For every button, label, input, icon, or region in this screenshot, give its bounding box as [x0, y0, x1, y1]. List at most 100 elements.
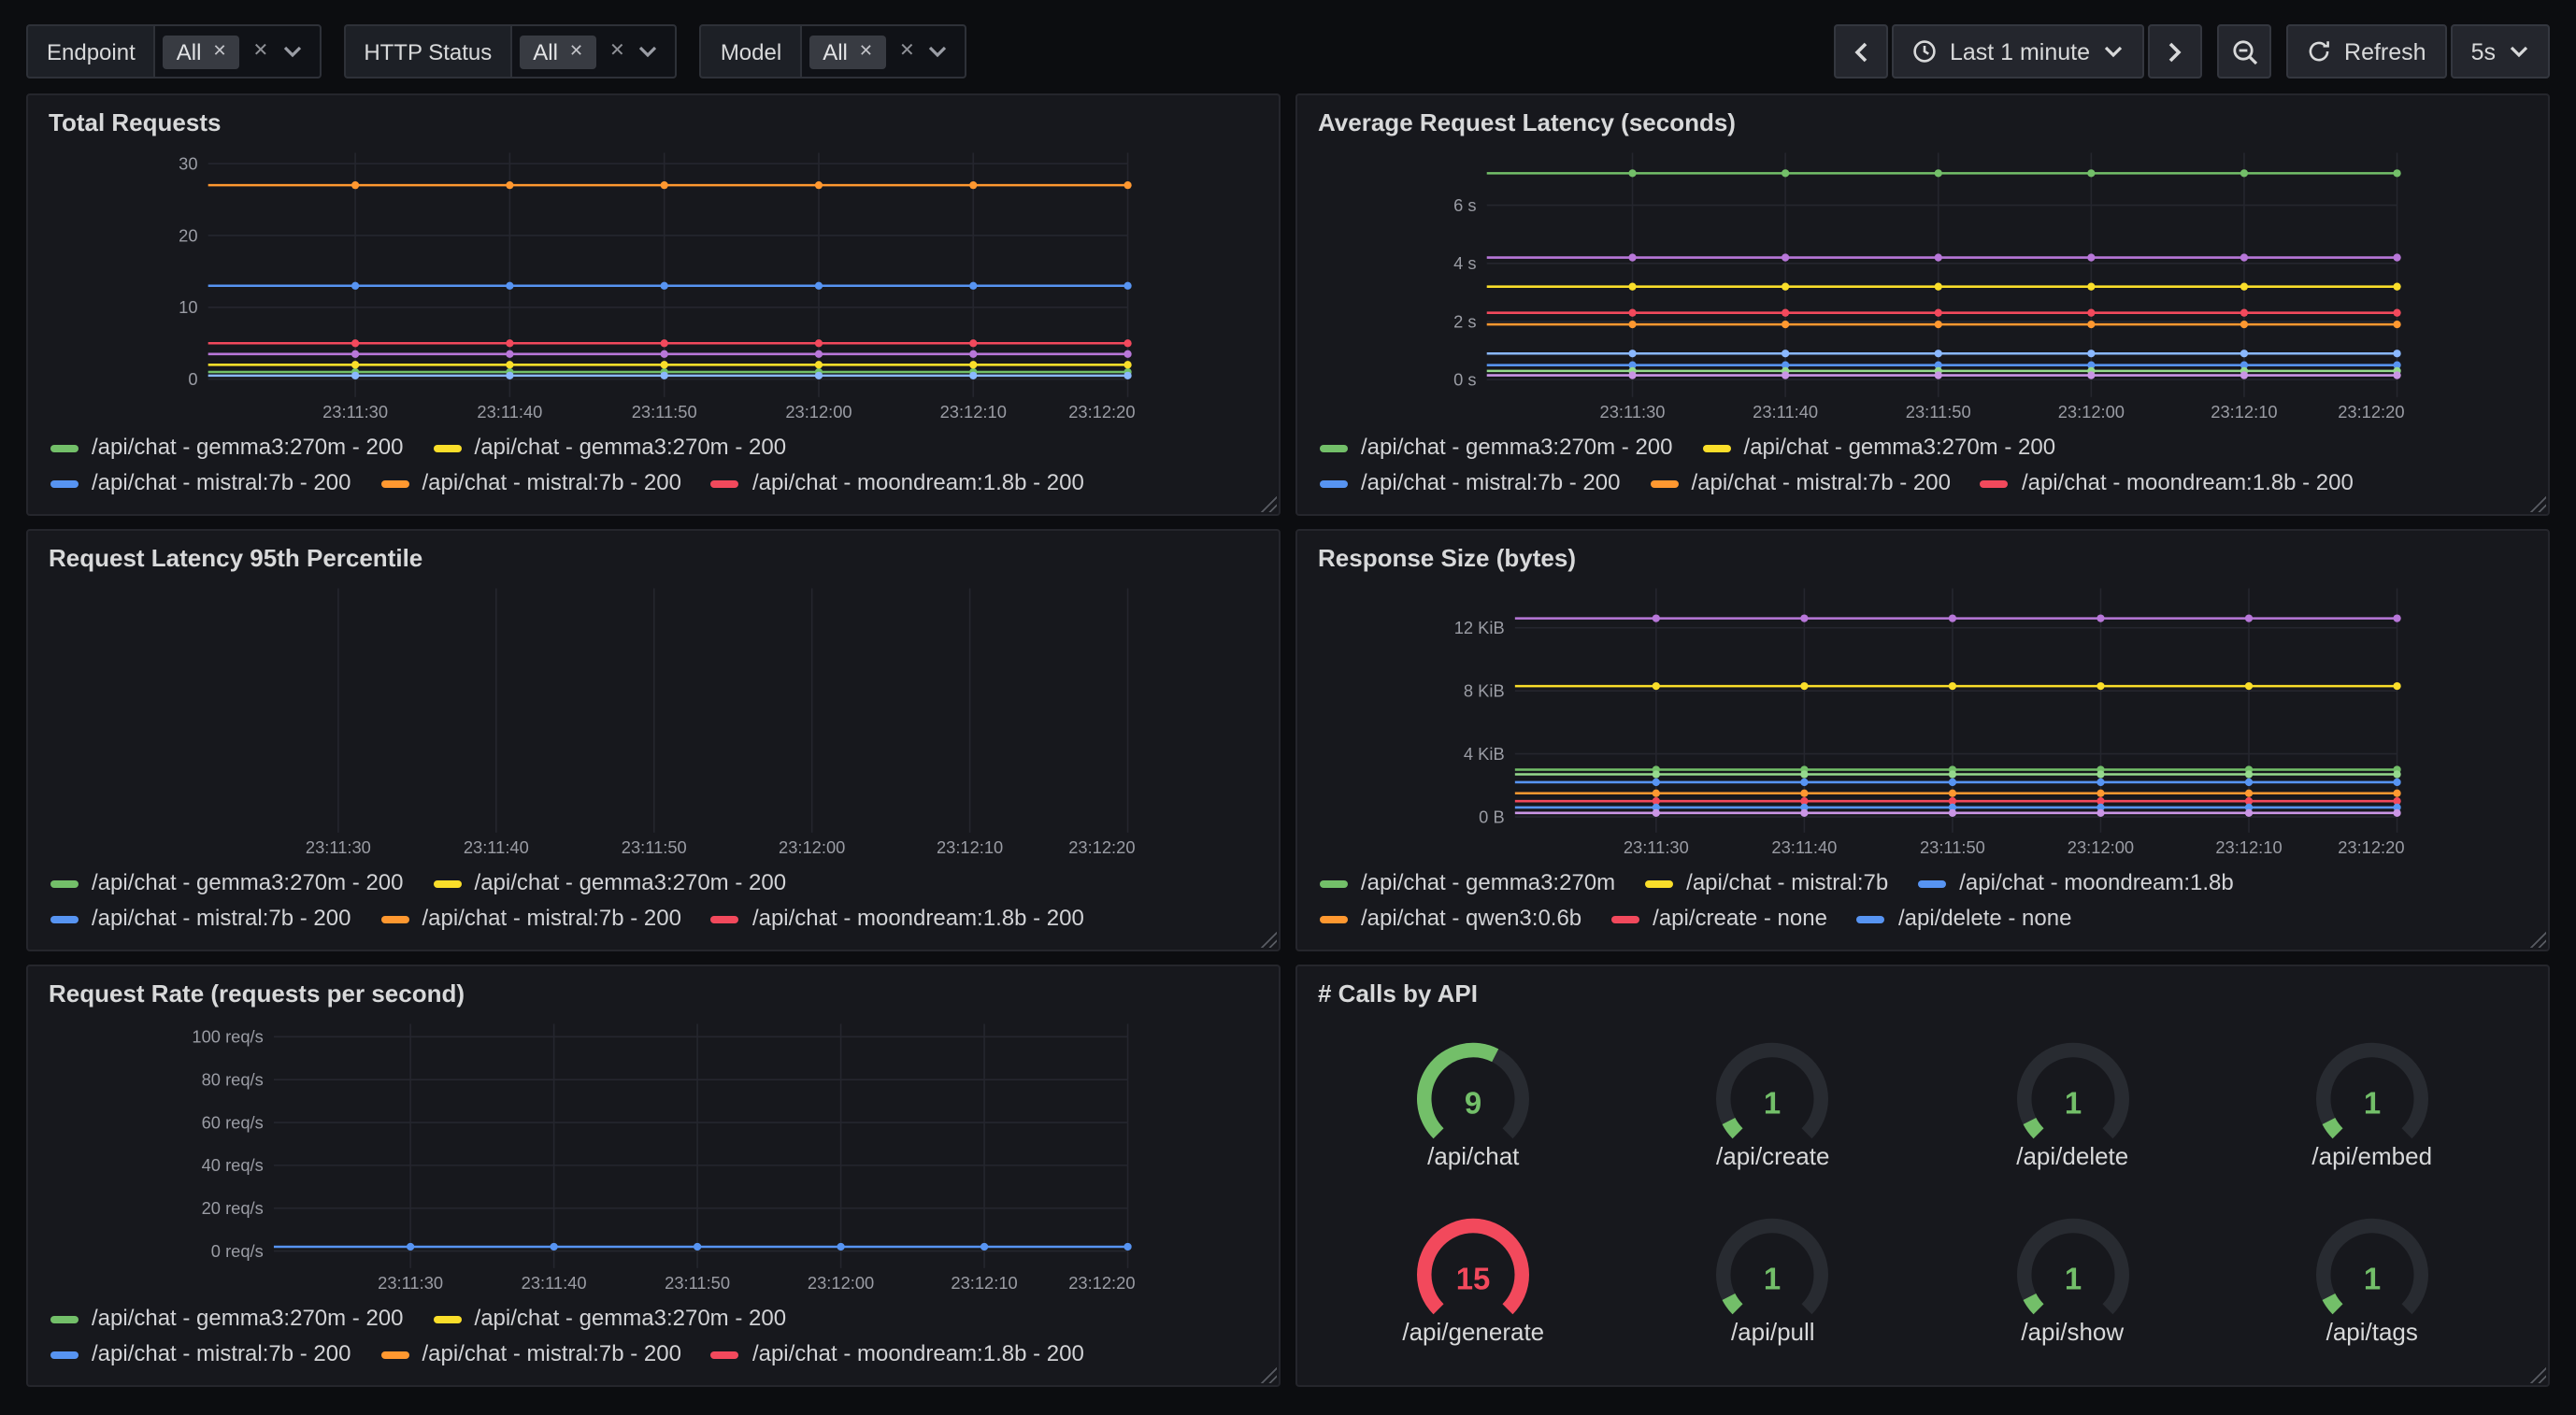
chart-legend: /api/chat - gemma3:270m - 200/api/chat -… [47, 858, 1260, 936]
series-color-swatch [711, 479, 739, 487]
legend-item[interactable]: /api/chat - gemma3:270m - 200 [1703, 430, 2056, 465]
gauge-value: 1 [2064, 1084, 2081, 1119]
gauge-grid: 9/api/chat1/api/create1/api/delete1/api/… [1297, 1011, 2548, 1385]
average-request-latency-chart[interactable]: 0 s2 s4 s6 s23:11:3023:11:4023:11:5023:1… [1316, 144, 2529, 422]
gauge-api-show: 1/api/show [1994, 1212, 2151, 1345]
legend-item[interactable]: /api/chat - mistral:7b - 200 [50, 465, 351, 501]
legend-item[interactable]: /api/chat - moondream:1.8b [1918, 865, 2234, 901]
zoom-out-button[interactable] [2217, 24, 2271, 79]
legend-label: /api/delete - none [1898, 901, 2072, 936]
svg-text:23:12:00: 23:12:00 [785, 402, 852, 422]
legend-item[interactable]: /api/chat - mistral:7b [1645, 865, 1888, 901]
panel-title[interactable]: Response Size (bytes) [1297, 531, 2548, 576]
legend-item[interactable]: /api/chat - mistral:7b - 200 [380, 465, 680, 501]
legend-item[interactable]: /api/create - none [1611, 901, 1827, 936]
series-color-swatch [1918, 879, 1946, 887]
series-color-swatch [1320, 879, 1348, 887]
chip-remove-icon[interactable]: ✕ [569, 43, 583, 60]
panel-title[interactable]: Total Requests [28, 95, 1279, 140]
series-color-swatch [380, 479, 408, 487]
grafana-dashboard: EndpointAll✕✕HTTP StatusAll✕✕ModelAll✕✕ … [0, 0, 2576, 1415]
legend-item[interactable]: /api/chat - mistral:7b - 200 [50, 901, 351, 936]
clear-filter-icon[interactable]: ✕ [253, 42, 269, 61]
chip-label: All [823, 38, 848, 64]
clear-filter-icon[interactable]: ✕ [609, 42, 625, 61]
legend-item[interactable]: /api/chat - moondream:1.8b - 200 [1981, 465, 2354, 501]
svg-text:23:12:20: 23:12:20 [1068, 1273, 1135, 1293]
legend-label: /api/chat - mistral:7b - 200 [422, 901, 680, 936]
legend-item[interactable]: /api/chat - gemma3:270m - 200 [1320, 430, 1673, 465]
svg-text:2 s: 2 s [1453, 311, 1476, 331]
request-latency-p95-chart[interactable]: 23:11:3023:11:4023:11:5023:12:0023:12:10… [47, 579, 1260, 858]
request-rate-chart[interactable]: 0 req/s20 req/s40 req/s60 req/s80 req/s1… [47, 1015, 1260, 1294]
svg-text:23:11:30: 23:11:30 [322, 402, 388, 422]
filter-model-select[interactable]: All ✕ ✕ [800, 24, 967, 79]
gauge-arc: 1 [2294, 1036, 2451, 1149]
legend-item[interactable]: /api/chat - mistral:7b - 200 [50, 1336, 351, 1372]
refresh-interval-dropdown[interactable]: 5s [2451, 24, 2550, 79]
svg-text:23:11:50: 23:11:50 [1920, 837, 1985, 857]
legend-label: /api/chat - mistral:7b - 200 [1691, 465, 1950, 501]
filter-http-status-select[interactable]: All✕✕ [510, 24, 678, 79]
legend-item[interactable]: /api/chat - mistral:7b - 200 [1650, 465, 1950, 501]
legend-row: /api/chat - gemma3:270m - 200/api/chat -… [1320, 430, 2526, 465]
time-shift-back-button[interactable] [1834, 24, 1888, 79]
series-color-swatch [1857, 915, 1885, 922]
series-color-swatch [50, 1351, 79, 1358]
chevron-down-icon[interactable] [281, 45, 302, 58]
legend-item[interactable]: /api/chat - qwen3:0.6b [1320, 901, 1581, 936]
gauge-title: /api/delete [2016, 1141, 2128, 1169]
legend-label: /api/chat - gemma3:270m - 200 [92, 1301, 404, 1336]
legend-item[interactable]: /api/chat - moondream:1.8b - 200 [711, 1336, 1084, 1372]
legend-item[interactable]: /api/chat - gemma3:270m - 200 [50, 1301, 404, 1336]
svg-text:0 req/s: 0 req/s [211, 1241, 264, 1261]
legend-item[interactable]: /api/chat - gemma3:270m - 200 [434, 1301, 787, 1336]
legend-item[interactable]: /api/chat - gemma3:270m [1320, 865, 1615, 901]
legend-label: /api/chat - gemma3:270m [1361, 865, 1615, 901]
gauge-api-tags: 1/api/tags [2294, 1212, 2451, 1345]
response-size-chart[interactable]: 0 B4 KiB8 KiB12 KiB23:11:3023:11:4023:11… [1316, 579, 2529, 858]
filter-selected-chip[interactable]: All✕ [520, 35, 596, 68]
legend-item[interactable]: /api/chat - moondream:1.8b - 200 [711, 465, 1084, 501]
svg-text:23:12:10: 23:12:10 [2215, 837, 2282, 857]
filter-selected-chip[interactable]: All✕ [164, 35, 240, 68]
refresh-group: Refresh 5s [2286, 24, 2550, 79]
filter-label: HTTP Status [343, 24, 510, 79]
filter-selected-chip[interactable]: All ✕ [809, 35, 886, 68]
clear-filter-icon[interactable]: ✕ [899, 42, 915, 61]
legend-item[interactable]: /api/chat - gemma3:270m - 200 [50, 865, 404, 901]
chip-remove-icon[interactable]: ✕ [212, 43, 226, 60]
legend-item[interactable]: /api/chat - mistral:7b - 200 [380, 1336, 680, 1372]
legend-item[interactable]: /api/chat - mistral:7b - 200 [380, 901, 680, 936]
chevron-down-icon [2103, 45, 2124, 58]
panel-body: 0 s2 s4 s6 s23:11:3023:11:4023:11:5023:1… [1297, 140, 2548, 514]
time-range-picker-button[interactable]: Last 1 minute [1892, 24, 2144, 79]
legend-label: /api/chat - gemma3:270m - 200 [475, 865, 787, 901]
series-color-swatch [380, 1351, 408, 1358]
legend-item[interactable]: /api/delete - none [1857, 901, 2072, 936]
svg-text:23:11:40: 23:11:40 [477, 402, 542, 422]
panel-title[interactable]: Average Request Latency (seconds) [1297, 95, 2548, 140]
svg-text:23:12:10: 23:12:10 [2211, 402, 2277, 422]
legend-item[interactable]: /api/chat - gemma3:270m - 200 [434, 430, 787, 465]
legend-item[interactable]: /api/chat - gemma3:270m - 200 [434, 865, 787, 901]
total-requests-chart[interactable]: 010203023:11:3023:11:4023:11:5023:12:002… [47, 144, 1260, 422]
legend-item[interactable]: /api/chat - moondream:1.8b - 200 [711, 901, 1084, 936]
panel-title[interactable]: Request Rate (requests per second) [28, 966, 1279, 1011]
legend-item[interactable]: /api/chat - gemma3:270m - 200 [50, 430, 404, 465]
svg-text:20 req/s: 20 req/s [202, 1198, 264, 1218]
clock-icon [1912, 39, 1937, 64]
filter-endpoint-select[interactable]: All✕✕ [154, 24, 322, 79]
chip-remove-icon[interactable]: ✕ [859, 43, 873, 60]
chevron-down-icon[interactable] [928, 45, 949, 58]
panel-title[interactable]: Request Latency 95th Percentile [28, 531, 1279, 576]
gauge-arc: 1 [1994, 1036, 2151, 1149]
time-shift-forward-button[interactable] [2148, 24, 2202, 79]
legend-item[interactable]: /api/chat - mistral:7b - 200 [1320, 465, 1620, 501]
series-color-swatch [1611, 915, 1639, 922]
panel-title[interactable]: # Calls by API [1297, 966, 2548, 1011]
refresh-button[interactable]: Refresh [2286, 24, 2447, 79]
gauge-value: 1 [1765, 1084, 1782, 1119]
chevron-down-icon[interactable] [638, 45, 659, 58]
gauge-api-delete: 1/api/delete [1994, 1036, 2151, 1169]
